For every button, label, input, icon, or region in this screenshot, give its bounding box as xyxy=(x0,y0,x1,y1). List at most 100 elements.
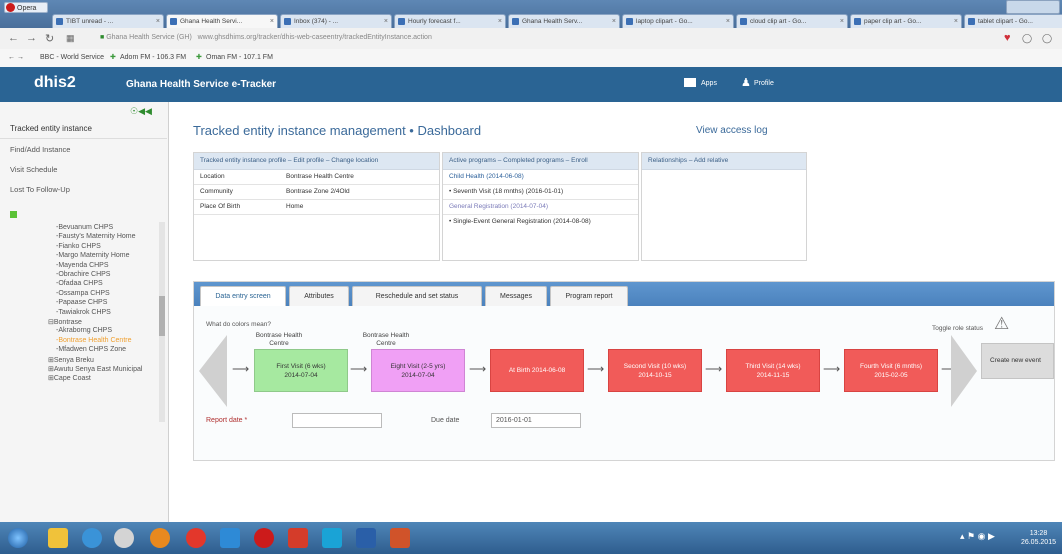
browser-tab[interactable]: Ghana Health Serv... × xyxy=(508,14,620,28)
tab-messages[interactable]: Messages xyxy=(485,286,547,306)
dhis2-logo[interactable]: dhis2 xyxy=(34,74,76,92)
org-tree-item[interactable]: -Ossampa CHPS xyxy=(56,290,110,297)
relationships-panel-header[interactable]: Relationships – Add relative xyxy=(642,153,806,170)
ie-browser-icon[interactable] xyxy=(82,528,102,548)
bookmark-item-adom[interactable]: Adom FM - 106.3 FM xyxy=(120,49,186,67)
program-general-registration-link[interactable]: General Registration (2014-07-04) xyxy=(449,203,548,210)
org-tree-item[interactable]: -Tawiakrok CHPS xyxy=(56,309,111,316)
report-date-input[interactable] xyxy=(292,413,382,428)
close-tab-icon[interactable]: × xyxy=(726,15,730,28)
tab-data-entry-screen[interactable]: Data entry screen xyxy=(200,286,286,306)
browser-tab[interactable]: Inbox (374) - ... × xyxy=(280,14,392,28)
chrome-icon[interactable] xyxy=(186,528,206,548)
close-tab-icon[interactable]: × xyxy=(270,15,274,28)
back-icon[interactable]: ← xyxy=(8,32,19,44)
apps-menu[interactable]: Apps xyxy=(701,80,717,87)
org-tree-item[interactable]: -Margo Maternity Home xyxy=(56,252,130,259)
browser-tab[interactable]: TIBT unread - ... × xyxy=(52,14,164,28)
opera-taskbar-icon[interactable] xyxy=(254,528,274,548)
org-tree-item[interactable]: -Akraborng CHPS xyxy=(56,327,112,334)
speed-dial-icon[interactable]: ▦ xyxy=(66,33,75,44)
program-child-health-link[interactable]: Child Health (2014-06-08) xyxy=(449,173,524,180)
pdf-reader-icon[interactable] xyxy=(288,528,308,548)
create-new-event-button[interactable]: Create new event xyxy=(981,343,1054,379)
tray-icons[interactable]: ▴ ⚑ ◉ ▶ xyxy=(960,531,995,542)
close-tab-icon[interactable]: × xyxy=(498,15,502,28)
org-tree-item[interactable]: ⊞Cape Coast xyxy=(48,374,91,382)
program-event-item[interactable]: • Seventh Visit (18 mnths) (2016-01-01) xyxy=(449,188,563,195)
org-tree-item[interactable]: ⊟Bontrase xyxy=(48,318,82,326)
stage-eighth-visit[interactable]: Eight Visit (2-5 yrs) 2014-07-04 xyxy=(371,349,465,392)
heart-icon[interactable]: ♥ xyxy=(1004,32,1011,44)
word-icon[interactable] xyxy=(356,528,376,548)
org-tree-item[interactable]: -Fianko CHPS xyxy=(56,243,101,250)
tab-attributes[interactable]: Attributes xyxy=(289,286,349,306)
sidebar-link-find-add[interactable]: Find/Add Instance xyxy=(10,145,70,154)
powerpoint-icon[interactable] xyxy=(390,528,410,548)
profile-menu[interactable]: Profile xyxy=(754,80,774,87)
tree-scrollbar-track[interactable] xyxy=(159,222,165,422)
browser-tab[interactable]: tablet clipart - Go...× xyxy=(964,14,1062,28)
stage-second-visit[interactable]: Second Visit (10 wks) 2014-10-15 xyxy=(608,349,702,392)
profile-panel-header[interactable]: Tracked entity instance profile – Edit p… xyxy=(194,153,439,170)
browser-tab[interactable]: Ghana Health Servi... × xyxy=(166,14,278,28)
org-tree-item[interactable]: -Ofadaa CHPS xyxy=(56,280,103,287)
org-tree-item[interactable]: -Mayenda CHPS xyxy=(56,262,109,269)
bookmark-item-oman[interactable]: Oman FM - 107.1 FM xyxy=(206,49,273,67)
org-tree-item[interactable]: -Bevuanum CHPS xyxy=(56,224,113,231)
stage-at-birth[interactable]: At Birth 2014-06-08 xyxy=(490,349,584,392)
colors-meaning-link[interactable]: What do colors mean? xyxy=(206,321,271,328)
sidebar-toggle-icons[interactable]: ☉◀◀ xyxy=(130,106,152,117)
profile-icon[interactable]: ♟ xyxy=(741,76,751,89)
browser-tab[interactable]: laptop clipart - Go... × xyxy=(622,14,734,28)
stage-third-visit[interactable]: Third Visit (14 wks) 2014-11-15 xyxy=(726,349,820,392)
media-player-icon[interactable] xyxy=(114,528,134,548)
org-tree-item[interactable]: -Bontrase Health Centre xyxy=(56,337,131,344)
program-event-item[interactable]: • Single-Event General Registration (201… xyxy=(449,218,591,225)
apps-icon[interactable] xyxy=(684,78,696,87)
media-app-icon[interactable] xyxy=(150,528,170,548)
url-field[interactable]: ■ Ghana Health Service (GH) www.ghsdhims… xyxy=(100,31,980,45)
bookmark-item-bbc[interactable]: BBC - World Service xyxy=(40,49,104,67)
tree-scrollbar-thumb[interactable] xyxy=(159,296,165,336)
org-tree-item[interactable]: -Mfadwen CHPS Zone xyxy=(56,346,126,353)
scroll-left-chevron-icon[interactable] xyxy=(199,335,227,407)
org-tree-item[interactable]: -Fausty's Maternity Home xyxy=(56,233,136,240)
org-tree-item[interactable]: -Papaase CHPS xyxy=(56,299,107,306)
tab-reschedule[interactable]: Reschedule and set status xyxy=(352,286,482,306)
warning-icon[interactable]: ⚠ xyxy=(994,314,1009,334)
browser-tab[interactable]: Hourly forecast f... × xyxy=(394,14,506,28)
close-tab-icon[interactable]: × xyxy=(840,15,844,28)
browser-tab[interactable]: cloud clip art - Go... × xyxy=(736,14,848,28)
org-tree-collapse-icon[interactable] xyxy=(10,211,17,218)
forward-icon[interactable]: → xyxy=(26,32,37,44)
reload-icon[interactable]: ↻ xyxy=(45,32,54,45)
bookmark-nav-icon[interactable]: ← → xyxy=(8,49,24,67)
skype-icon[interactable] xyxy=(322,528,342,548)
org-tree-item[interactable]: ⊞Senya Breku xyxy=(48,356,94,364)
org-tree-item[interactable]: -Obrachire CHPS xyxy=(56,271,110,278)
stage-fourth-visit[interactable]: Fourth Visit (6 mnths) 2015-02-05 xyxy=(844,349,938,392)
due-date-input[interactable]: 2016-01-01 xyxy=(491,413,581,428)
sidebar-link-lost-follow-up[interactable]: Lost To Follow-Up xyxy=(10,185,70,194)
org-tree-item[interactable]: ⊞Awutu Senya East Municipal xyxy=(48,365,142,373)
extension-icon[interactable]: ◯ xyxy=(1042,33,1052,44)
close-tab-icon[interactable]: × xyxy=(612,15,616,28)
taskbar-clock[interactable]: 13:28 26.05.2015 xyxy=(1021,529,1056,547)
start-button-icon[interactable] xyxy=(8,528,28,548)
tab-program-report[interactable]: Program report xyxy=(550,286,628,306)
file-explorer-icon[interactable] xyxy=(48,528,68,548)
sidebar-link-visit-schedule[interactable]: Visit Schedule xyxy=(10,165,57,174)
toggle-role-status-label[interactable]: Toggle role status xyxy=(932,325,983,332)
download-icon[interactable]: ◯ xyxy=(1022,33,1032,44)
browser-tab[interactable]: paper clip art - Go... × xyxy=(850,14,962,28)
programs-panel-header[interactable]: Active programs – Completed programs – E… xyxy=(443,153,638,170)
scroll-right-chevron-icon[interactable] xyxy=(951,335,977,407)
window-controls[interactable] xyxy=(1006,0,1060,14)
app-icon[interactable] xyxy=(220,528,240,548)
view-access-log-link[interactable]: View access log xyxy=(696,125,768,136)
close-tab-icon[interactable]: × xyxy=(384,15,388,28)
close-tab-icon[interactable]: × xyxy=(156,15,160,28)
stage-first-visit[interactable]: First Visit (6 wks) 2014-07-04 xyxy=(254,349,348,392)
close-tab-icon[interactable]: × xyxy=(954,15,958,28)
